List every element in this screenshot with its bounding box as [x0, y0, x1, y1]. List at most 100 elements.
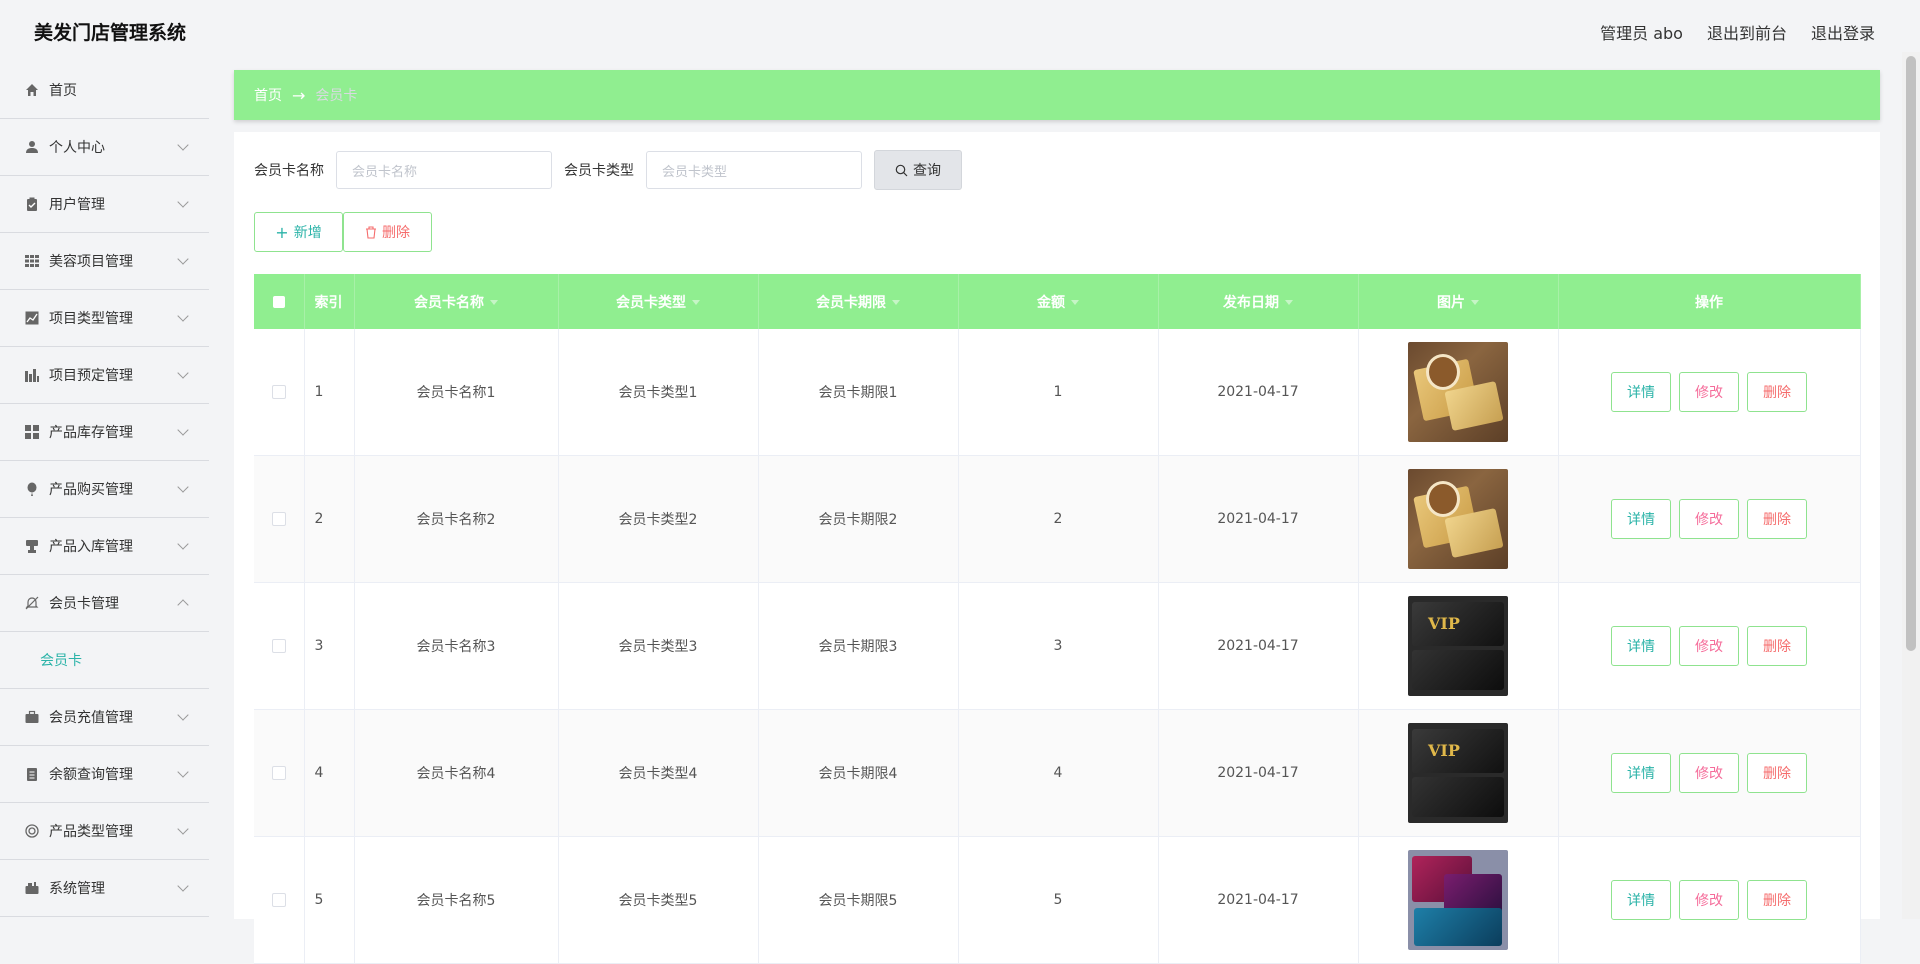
column-header[interactable]: 会员卡期限 [758, 274, 959, 329]
sidebar-item-label: 余额查询管理 [49, 767, 133, 783]
row-select-cell[interactable] [254, 455, 305, 583]
page-scrollbar[interactable] [1902, 52, 1920, 919]
sidebar-item-label: 个人中心 [49, 140, 105, 156]
edit-button[interactable]: 修改 [1679, 753, 1739, 793]
operations-cell: 详情 修改 删除 [1558, 582, 1861, 710]
type-cell: 会员卡类型2 [558, 455, 759, 583]
sidebar-item-member-recharge[interactable]: 会员充值管理 [0, 689, 209, 746]
add-button[interactable]: + 新增 [254, 212, 343, 252]
sidebar-item-product-purchase[interactable]: 产品购买管理 [0, 461, 209, 518]
row-select-cell[interactable] [254, 329, 305, 456]
sort-caret-icon[interactable] [892, 300, 900, 305]
breadcrumb-current: 会员卡 [315, 88, 358, 104]
operations-cell: 详情 修改 删除 [1558, 329, 1861, 456]
row-checkbox[interactable] [271, 639, 286, 653]
term-cell: 会员卡期限4 [758, 709, 959, 837]
column-header[interactable]: 会员卡类型 [558, 274, 759, 329]
sidebar-item-beauty-project[interactable]: 美容项目管理 [0, 233, 209, 290]
sidebar-item-project-booking[interactable]: 项目预定管理 [0, 347, 209, 404]
delete-button[interactable]: 删除 [1747, 880, 1807, 920]
row-checkbox[interactable] [271, 512, 286, 526]
column-header: 操作 [1558, 274, 1861, 329]
sort-caret-icon[interactable] [692, 300, 700, 305]
detail-button[interactable]: 详情 [1611, 372, 1671, 412]
gold-vip-card-image[interactable] [1408, 469, 1508, 569]
sidebar-item-member-card-management[interactable]: 会员卡管理 [0, 575, 209, 632]
scrollbar-thumb[interactable] [1906, 56, 1916, 651]
type-cell: 会员卡类型5 [558, 836, 759, 964]
chevron-down-icon [177, 538, 189, 550]
sidebar-item-project-type[interactable]: 项目类型管理 [0, 290, 209, 347]
gold-vip-card-image[interactable] [1408, 342, 1508, 442]
header-actions: 管理员 abo 退出到前台 退出登录 [1600, 20, 1875, 44]
member-card-table: 索引 会员卡名称 会员卡类型 会员卡期限 金额 发布日期 图片 操作 1 会员卡… [254, 274, 1861, 964]
chevron-down-icon [177, 310, 189, 322]
chevron-up-icon [177, 599, 189, 611]
delete-button[interactable]: 删除 [1747, 499, 1807, 539]
sidebar-item-balance-query[interactable]: 余额查询管理 [0, 746, 209, 803]
sidebar-item-product-stock[interactable]: 产品库存管理 [0, 404, 209, 461]
delete-button[interactable]: 删除 [1747, 626, 1807, 666]
sidebar-item-system-management[interactable]: 系统管理 [0, 860, 209, 917]
sort-caret-icon[interactable] [1071, 300, 1079, 305]
admin-user-label[interactable]: 管理员 abo [1600, 20, 1683, 44]
detail-button[interactable]: 详情 [1611, 880, 1671, 920]
exit-to-frontend-link[interactable]: 退出到前台 [1707, 20, 1787, 44]
select-all-cell[interactable] [254, 274, 305, 329]
sort-caret-icon[interactable] [490, 300, 498, 305]
name-cell: 会员卡名称3 [354, 582, 559, 710]
sidebar-subitem-member-card[interactable]: 会员卡 [0, 632, 209, 689]
type-cell: 会员卡类型3 [558, 582, 759, 710]
table-row: 2 会员卡名称2 会员卡类型2 会员卡期限2 2 2021-04-17 详情 修… [254, 455, 1861, 583]
breadcrumb-arrow-icon: → [292, 85, 306, 105]
purple-blue-card-image[interactable] [1408, 850, 1508, 950]
select-all-checkbox[interactable] [272, 295, 285, 308]
row-checkbox[interactable] [271, 766, 286, 780]
type-filter-input[interactable]: 会员卡类型 [646, 151, 862, 189]
sort-caret-icon[interactable] [1285, 300, 1293, 305]
logout-link[interactable]: 退出登录 [1811, 20, 1875, 44]
column-header[interactable]: 图片 [1358, 274, 1559, 329]
term-cell: 会员卡期限3 [758, 582, 959, 710]
name-filter-input[interactable]: 会员卡名称 [336, 151, 552, 189]
breadcrumb-home-link[interactable]: 首页 [254, 85, 282, 105]
edit-button[interactable]: 修改 [1679, 499, 1739, 539]
row-select-cell[interactable] [254, 709, 305, 837]
edit-button[interactable]: 修改 [1679, 626, 1739, 666]
delete-button[interactable]: 删除 [1747, 753, 1807, 793]
sidebar-item-label: 美容项目管理 [49, 254, 133, 270]
black-vip-card-image[interactable]: VIP [1408, 723, 1508, 823]
row-checkbox[interactable] [271, 893, 286, 907]
amount-cell: 4 [958, 709, 1159, 837]
detail-button[interactable]: 详情 [1611, 499, 1671, 539]
breadcrumb: 首页 → 会员卡 [234, 70, 1880, 120]
sidebar-item-home[interactable]: 首页 [0, 62, 209, 119]
detail-button[interactable]: 详情 [1611, 626, 1671, 666]
sort-caret-icon[interactable] [1471, 300, 1479, 305]
trash-icon [366, 225, 376, 239]
column-header[interactable]: 金额 [958, 274, 1159, 329]
index-cell: 5 [304, 836, 355, 964]
sidebar-item-personal-center[interactable]: 个人中心 [0, 119, 209, 176]
detail-button[interactable]: 详情 [1611, 753, 1671, 793]
edit-button[interactable]: 修改 [1679, 880, 1739, 920]
bell-off-icon [24, 595, 40, 611]
type-filter-label: 会员卡类型 [564, 163, 634, 179]
table-row: 1 会员卡名称1 会员卡类型1 会员卡期限1 1 2021-04-17 详情 修… [254, 329, 1861, 456]
row-checkbox[interactable] [271, 385, 286, 399]
sidebar-item-product-type[interactable]: 产品类型管理 [0, 803, 209, 860]
notebook-icon [24, 766, 40, 782]
amount-cell: 2 [958, 455, 1159, 583]
sidebar-item-product-inbound[interactable]: 产品入库管理 [0, 518, 209, 575]
sidebar-item-user-management[interactable]: 用户管理 [0, 176, 209, 233]
query-button[interactable]: 查询 [874, 150, 962, 190]
row-select-cell[interactable] [254, 836, 305, 964]
black-vip-card-image[interactable]: VIP [1408, 596, 1508, 696]
column-header[interactable]: 发布日期 [1158, 274, 1359, 329]
sidebar-item-label: 首页 [49, 83, 77, 99]
delete-button[interactable]: 删除 [1747, 372, 1807, 412]
row-select-cell[interactable] [254, 582, 305, 710]
edit-button[interactable]: 修改 [1679, 372, 1739, 412]
column-header[interactable]: 会员卡名称 [354, 274, 559, 329]
batch-delete-button[interactable]: 删除 [343, 212, 432, 252]
